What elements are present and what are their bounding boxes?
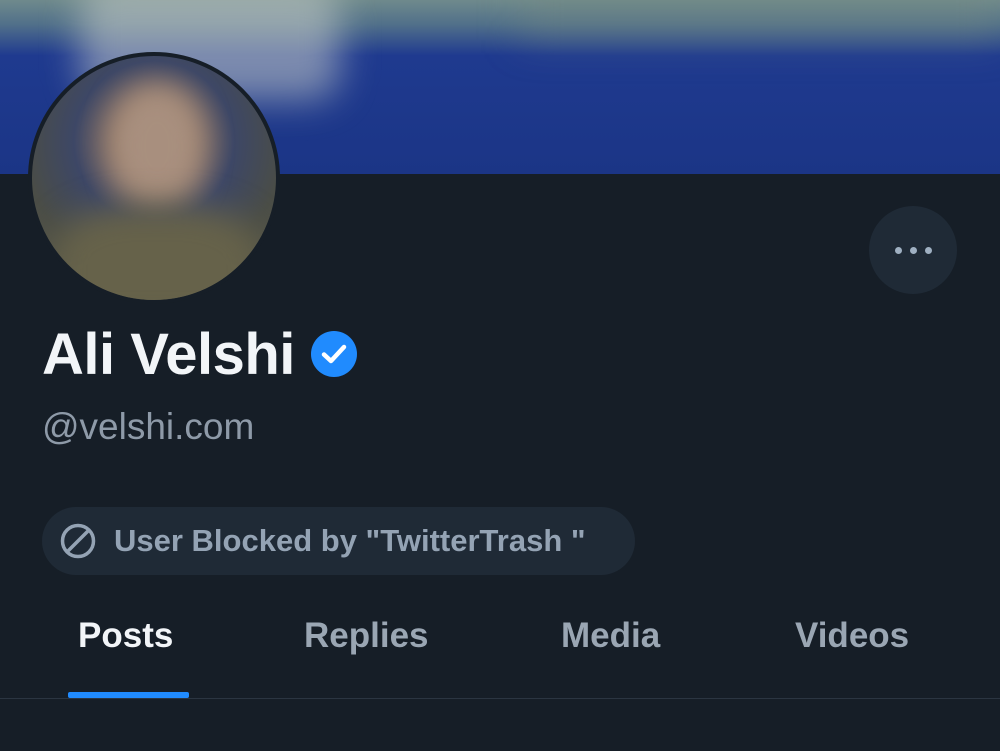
banner-blur-shape — [520, 0, 1000, 40]
profile-handle: @velshi.com — [42, 406, 255, 447]
ellipsis-icon — [909, 246, 917, 254]
verified-check-icon[interactable] — [310, 331, 357, 377]
ellipsis-icon — [924, 246, 932, 254]
ellipsis-icon — [894, 246, 902, 254]
tab-media[interactable]: Media — [561, 616, 660, 656]
more-options-button[interactable] — [869, 206, 957, 294]
avatar-blur-body — [52, 206, 262, 300]
tabs-divider — [0, 698, 1000, 699]
tab-posts[interactable]: Posts — [78, 616, 173, 656]
tab-replies[interactable]: Replies — [304, 616, 429, 656]
blocked-notice-text: User Blocked by "TwitterTrash " — [114, 523, 586, 558]
blocked-notice[interactable]: User Blocked by "TwitterTrash " — [42, 507, 635, 575]
profile-tabs: Posts Replies Media Videos — [0, 600, 1000, 698]
avatar[interactable] — [28, 52, 280, 304]
profile-name-row: Ali Velshi — [42, 318, 357, 390]
avatar-blur-face — [112, 86, 202, 206]
blocked-circle-slash-icon — [60, 523, 96, 559]
display-name: Ali Velshi — [42, 321, 295, 387]
tab-videos[interactable]: Videos — [795, 616, 909, 656]
